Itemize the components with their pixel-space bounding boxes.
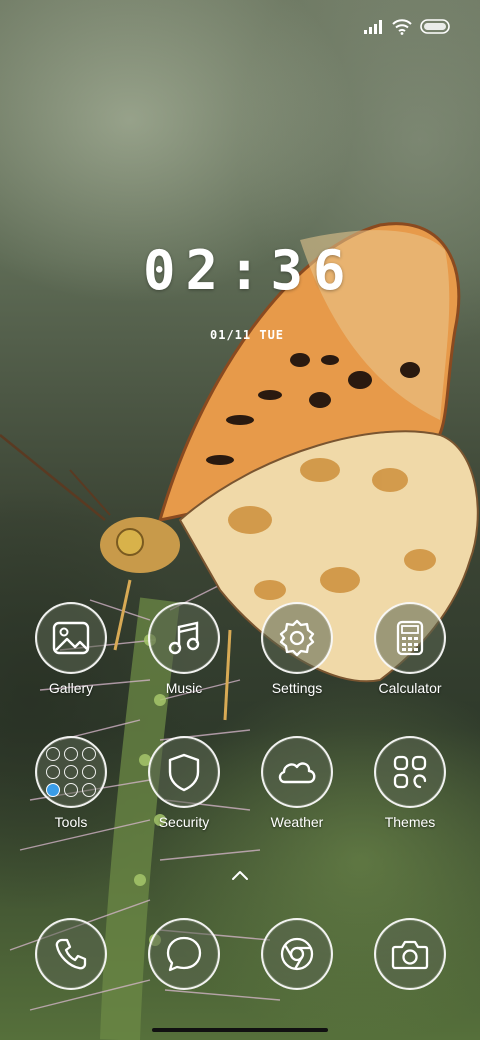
clock-date: 01/11 TUE: [210, 328, 285, 342]
shield-icon: [148, 736, 220, 808]
app-settings[interactable]: Settings: [242, 602, 352, 696]
dock-phone[interactable]: [16, 918, 126, 990]
app-label: Tools: [54, 814, 88, 830]
phone-icon: [35, 918, 107, 990]
app-label: Music: [165, 680, 203, 696]
app-tools-folder[interactable]: Tools: [16, 736, 126, 830]
app-security[interactable]: Security: [129, 736, 239, 830]
music-icon: [148, 602, 220, 674]
dock-messages[interactable]: [129, 918, 239, 990]
messages-icon: [148, 918, 220, 990]
app-label: Calculator: [378, 680, 442, 696]
chrome-icon: [261, 918, 333, 990]
dock-camera[interactable]: [355, 918, 465, 990]
gallery-icon: [35, 602, 107, 674]
home-indicator[interactable]: [152, 1028, 328, 1032]
cloud-icon: [261, 736, 333, 808]
tools-folder-icon: [35, 736, 107, 808]
app-label: Settings: [271, 680, 323, 696]
settings-icon: [261, 602, 333, 674]
app-drawer-chevron-icon[interactable]: [230, 868, 250, 887]
app-gallery[interactable]: Gallery: [16, 602, 126, 696]
themes-icon: [374, 736, 446, 808]
camera-icon: [374, 918, 446, 990]
app-label: Gallery: [48, 680, 94, 696]
app-weather[interactable]: Weather: [242, 736, 352, 830]
wifi-icon: [392, 19, 412, 35]
app-themes[interactable]: Themes: [355, 736, 465, 830]
status-bar: [364, 14, 452, 40]
battery-icon: [420, 19, 450, 34]
calculator-icon: [374, 602, 446, 674]
clock-time: 02:36: [143, 239, 356, 302]
app-calculator[interactable]: Calculator: [355, 602, 465, 696]
app-label: Weather: [270, 814, 324, 830]
signal-icon: [364, 20, 382, 34]
app-label: Security: [158, 814, 210, 830]
app-label: Themes: [384, 814, 436, 830]
dock-chrome[interactable]: [242, 918, 352, 990]
app-music[interactable]: Music: [129, 602, 239, 696]
